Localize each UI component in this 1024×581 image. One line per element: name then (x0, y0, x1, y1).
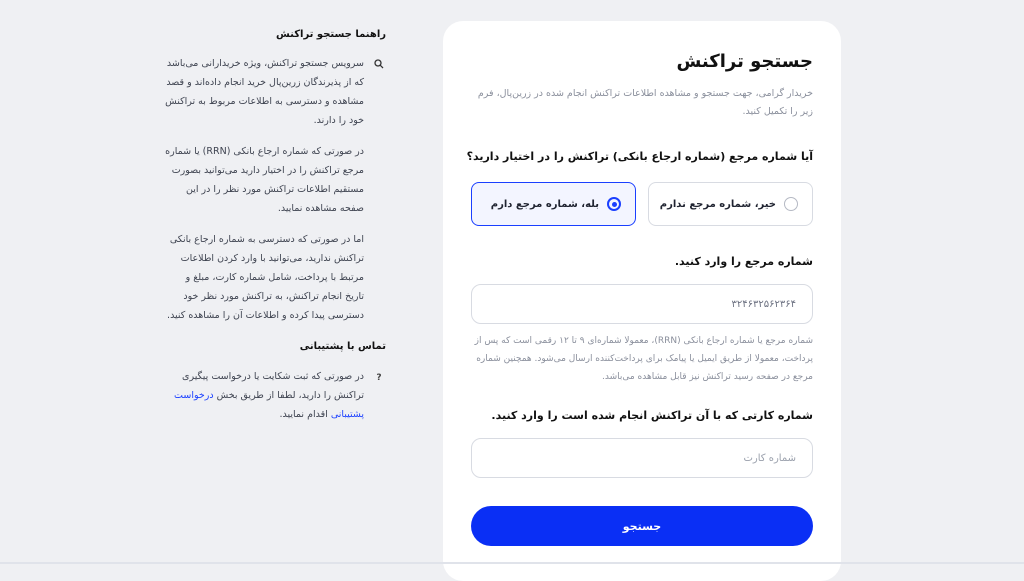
option-no-reference[interactable]: خیر، شماره مرجع ندارم (648, 182, 813, 226)
support-title: تماس با پشتیبانی (299, 341, 386, 352)
search-button[interactable]: جستجو (471, 506, 813, 546)
reference-question: آیا شماره مرجع (شماره ارجاع بانکی) تراکن… (466, 150, 813, 163)
guide-paragraph-3: اما در صورتی که دسترسی به شماره ارجاع با… (167, 234, 364, 321)
guide-title: راهنما جستجو تراکنش (276, 29, 386, 40)
guide-paragraph-1: سرویس جستجو تراکنش، ویژه خریدارانی می‌با… (165, 58, 364, 126)
reference-number-input[interactable] (471, 284, 813, 324)
guide-text: سرویس جستجو تراکنش، ویژه خریدارانی می‌با… (164, 54, 364, 325)
search-card: جستجو تراکنش خریدار گرامی، جهت جستجو و م… (443, 21, 841, 581)
support-text-after: اقدام نمایید. (279, 409, 328, 420)
page-title: جستجو تراکنش (676, 51, 813, 72)
support-text: در صورتی که ثبت شکایت یا درخواست پیگیری … (164, 367, 364, 424)
guide-paragraph-2: در صورتی که شماره ارجاع بانکی (RRN) یا ش… (165, 146, 364, 214)
reference-hint: شماره مرجع یا شماره ارجاع بانکی (RRN)، م… (474, 336, 813, 382)
radio-selected[interactable] (607, 197, 621, 211)
page-subtitle: خریدار گرامی، جهت جستجو و مشاهده اطلاعات… (477, 88, 813, 117)
radio-unselected[interactable] (784, 197, 798, 211)
search-icon (372, 57, 386, 71)
question-icon: ? (376, 373, 382, 383)
option-has-reference-label: بله، شماره مرجع دارم (490, 198, 599, 210)
card-number-input[interactable] (471, 438, 813, 478)
option-no-reference-label: خیر، شماره مرجع ندارم (659, 198, 776, 210)
card-number-label: شماره کارتی که با آن تراکنش انجام شده اس… (491, 409, 813, 422)
reference-label: شماره مرجع را وارد کنید. (674, 255, 813, 268)
option-has-reference[interactable]: بله، شماره مرجع دارم (471, 182, 636, 226)
